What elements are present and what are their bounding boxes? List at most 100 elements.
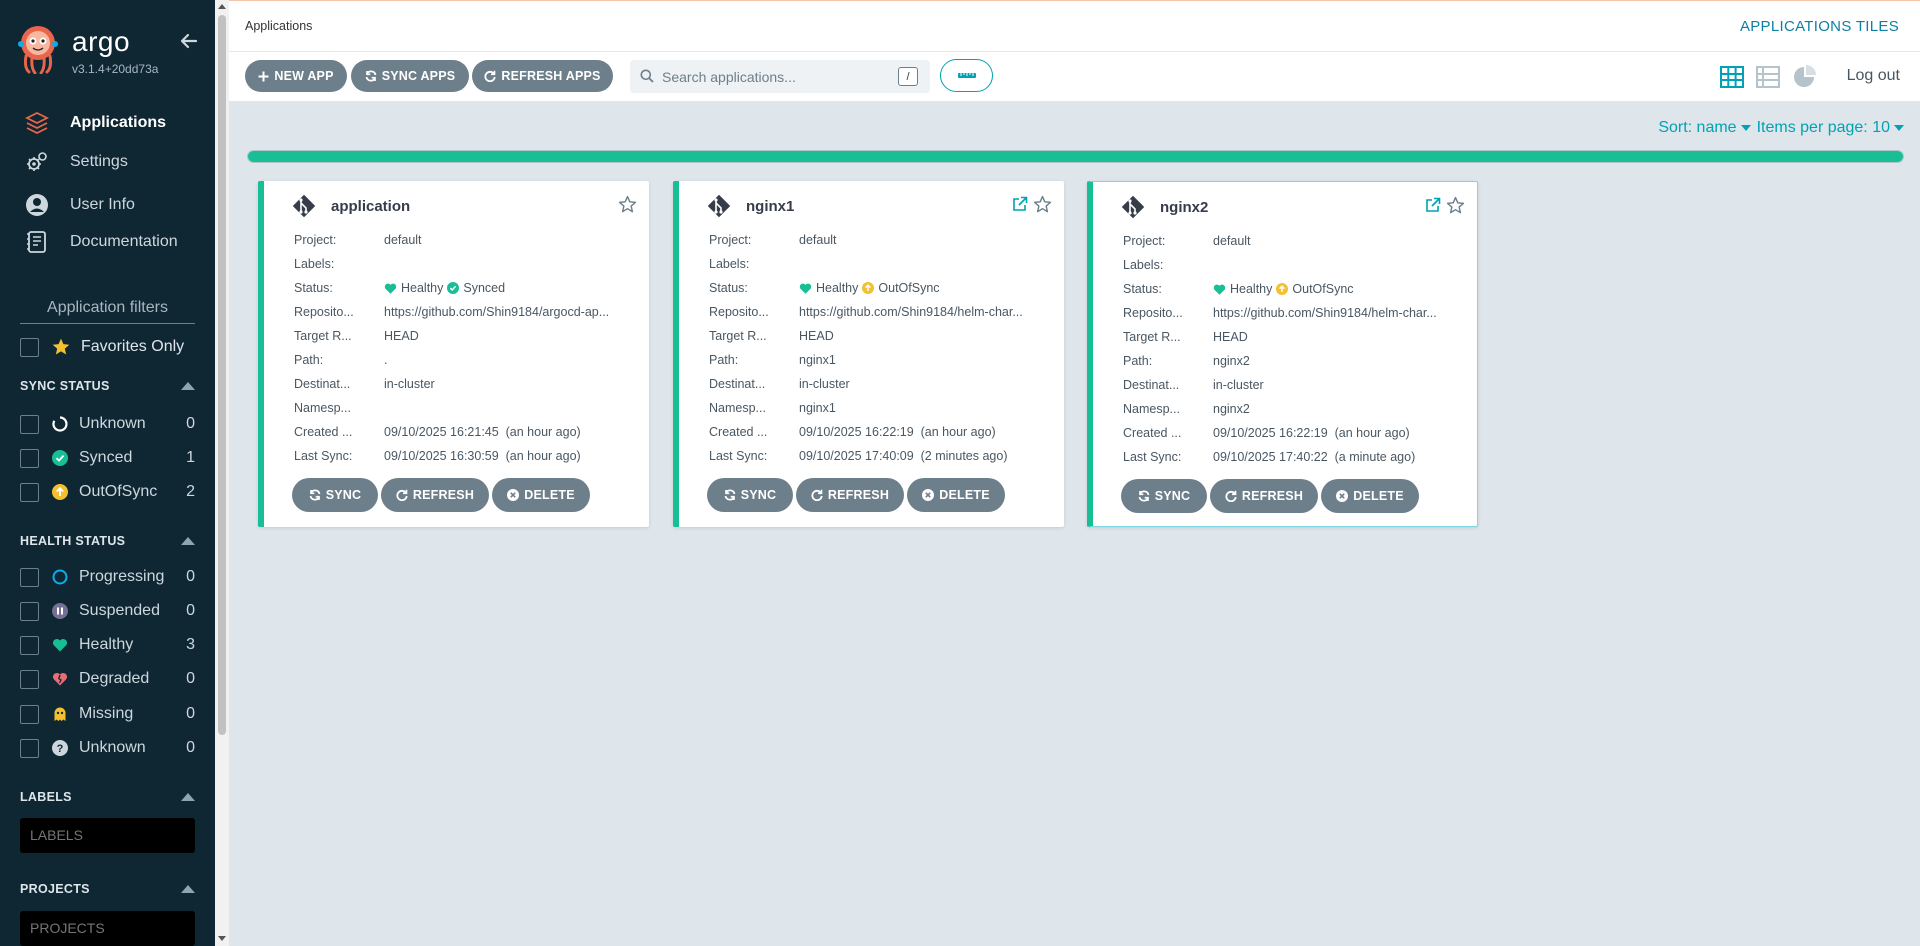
- filter-checkbox[interactable]: [20, 669, 39, 689]
- button-label: REFRESH: [1241, 489, 1304, 503]
- scroll-up-icon[interactable]: [218, 4, 226, 9]
- tiles-view-icon[interactable]: [1719, 64, 1745, 90]
- row-project: Project: default: [1123, 229, 1463, 253]
- nav-applications[interactable]: Applications: [24, 108, 209, 138]
- sidebar-scrollbar[interactable]: [215, 0, 229, 946]
- favorites-checkbox[interactable]: [20, 337, 39, 357]
- dropdown-caret-icon: [1740, 124, 1751, 131]
- refresh-button[interactable]: REFRESH: [796, 478, 904, 512]
- filter-checkbox[interactable]: [20, 738, 39, 758]
- filter-health-unknown[interactable]: ? Unknown 0: [20, 736, 195, 760]
- refresh-button[interactable]: REFRESH: [1210, 479, 1318, 513]
- filter-label: Missing: [79, 705, 134, 722]
- filter-sync-outofsync[interactable]: OutOfSync 2: [20, 480, 195, 504]
- circle-notch-icon: [51, 415, 69, 433]
- button-label: SYNC: [325, 488, 362, 502]
- collapse-sidebar-icon[interactable]: [178, 30, 200, 52]
- app-name[interactable]: application: [331, 198, 410, 215]
- check-circle-icon: [447, 282, 460, 294]
- favorite-star-icon[interactable]: [1033, 195, 1052, 214]
- sync-button[interactable]: SYNC: [707, 478, 793, 512]
- row-path: Path: nginx2: [1123, 349, 1463, 373]
- filter-health-progressing[interactable]: Progressing 0: [20, 565, 195, 589]
- field-label: Project:: [1123, 234, 1166, 248]
- filter-checkbox[interactable]: [20, 567, 39, 587]
- nav-documentation[interactable]: Documentation: [24, 227, 209, 257]
- field-label: Namesp...: [1123, 402, 1180, 416]
- row-path: Path:.: [294, 348, 634, 372]
- sync-icon: [365, 70, 377, 82]
- app-name[interactable]: nginx2: [1160, 199, 1208, 216]
- progress-fill: [248, 151, 1903, 162]
- sync-button[interactable]: SYNC: [292, 478, 378, 512]
- filter-checkbox[interactable]: [20, 601, 39, 621]
- favorite-star-icon[interactable]: [1446, 196, 1465, 215]
- filter-sync-synced[interactable]: Synced 1: [20, 446, 195, 470]
- filter-count: 0: [186, 670, 195, 687]
- arrow-up-circle-icon: [862, 282, 875, 294]
- plus-icon: [258, 71, 269, 81]
- filter-health-healthy[interactable]: Healthy 3: [20, 633, 195, 657]
- labels-input[interactable]: [20, 818, 195, 853]
- search-box[interactable]: /: [630, 60, 930, 93]
- button-label: REFRESH APPS: [501, 69, 601, 83]
- logout-link[interactable]: Log out: [1847, 67, 1900, 85]
- repository-value: https://github.com/Shin9184/helm-char...: [1213, 306, 1437, 320]
- sync-button[interactable]: SYNC: [1121, 479, 1207, 513]
- brand-version: v3.1.4+20dd73a: [72, 62, 159, 76]
- nav-user-info[interactable]: User Info: [24, 190, 209, 220]
- items-per-page-dropdown[interactable]: Items per page: 10: [1757, 119, 1904, 137]
- filter-health-missing[interactable]: Missing 0: [20, 702, 195, 726]
- external-link-icon[interactable]: [1425, 197, 1441, 213]
- projects-input[interactable]: [20, 911, 195, 946]
- sync-status: Synced: [463, 281, 506, 295]
- app-name[interactable]: nginx1: [746, 198, 794, 215]
- pie-chart-view-icon[interactable]: [1791, 64, 1817, 90]
- field-label: Namesp...: [294, 401, 351, 415]
- field-label: Created ...: [709, 425, 768, 439]
- filter-checkbox[interactable]: [20, 635, 39, 655]
- favorites-filter[interactable]: Favorites Only: [20, 337, 184, 357]
- app-card-application[interactable]: application Project: default Labels: Stat…: [258, 181, 649, 527]
- breadcrumb[interactable]: Applications: [245, 19, 312, 33]
- filter-checkbox[interactable]: [20, 414, 39, 434]
- scroll-down-icon[interactable]: [218, 936, 226, 941]
- refresh-apps-button[interactable]: REFRESH APPS: [472, 60, 613, 92]
- sort-dropdown[interactable]: Sort: name: [1658, 119, 1751, 137]
- filter-sync-unknown[interactable]: Unknown 0: [20, 412, 195, 436]
- created-value: 09/10/2025 16:21:45 (an hour ago): [384, 425, 581, 439]
- sync-status-header[interactable]: SYNC STATUS: [20, 376, 195, 396]
- scrollbar-thumb[interactable]: [218, 15, 226, 735]
- health-status-header[interactable]: HEALTH STATUS: [20, 531, 195, 551]
- app-card-nginx2[interactable]: nginx2 Project: default Labels: Status: H…: [1087, 181, 1478, 527]
- filter-checkbox[interactable]: [20, 704, 39, 724]
- collapse-caret-icon[interactable]: [181, 885, 195, 893]
- delete-button[interactable]: DELETE: [1321, 479, 1419, 513]
- list-view-icon[interactable]: [1755, 64, 1781, 90]
- collapse-caret-icon[interactable]: [181, 382, 195, 390]
- app-card-nginx1[interactable]: nginx1 Project: default Labels: Status: H…: [673, 181, 1064, 527]
- filter-checkbox[interactable]: [20, 448, 39, 468]
- refresh-button[interactable]: REFRESH: [381, 478, 489, 512]
- pause-circle-icon: [51, 602, 69, 620]
- labels-header[interactable]: LABELS: [20, 787, 195, 807]
- search-input[interactable]: [662, 60, 882, 93]
- sync-apps-button[interactable]: SYNC APPS: [351, 60, 469, 92]
- delete-button[interactable]: DELETE: [907, 478, 1005, 512]
- external-link-icon[interactable]: [1012, 196, 1028, 212]
- projects-header[interactable]: PROJECTS: [20, 879, 195, 899]
- collapse-caret-icon[interactable]: [181, 537, 195, 545]
- filter-health-suspended[interactable]: Suspended 0: [20, 599, 195, 623]
- nav-settings[interactable]: Settings: [24, 147, 209, 177]
- target-value: HEAD: [1213, 330, 1248, 344]
- delete-button[interactable]: DELETE: [492, 478, 590, 512]
- collapse-caret-icon[interactable]: [181, 793, 195, 801]
- sort-label: Sort: name: [1658, 119, 1737, 136]
- new-app-button[interactable]: NEW APP: [245, 60, 347, 92]
- gears-icon: [24, 149, 50, 175]
- field-label: Path:: [1123, 354, 1153, 368]
- filter-toggle-button[interactable]: [940, 59, 993, 92]
- filter-health-degraded[interactable]: Degraded 0: [20, 667, 195, 691]
- favorite-star-icon[interactable]: [618, 195, 637, 214]
- filter-checkbox[interactable]: [20, 482, 39, 502]
